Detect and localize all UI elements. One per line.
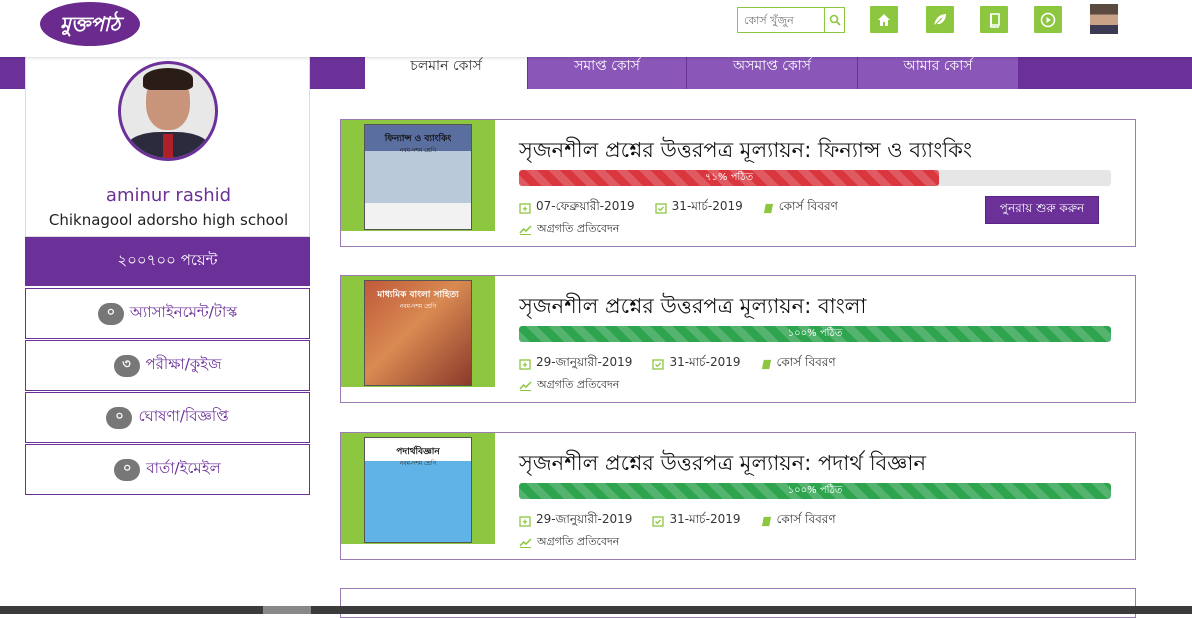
user-avatar[interactable] xyxy=(1090,4,1118,34)
calendar-plus-icon xyxy=(519,359,531,370)
end-date: 31-মার্চ-2019 xyxy=(671,199,743,213)
course-details-link[interactable]: কোর্স বিবরণ xyxy=(777,511,836,531)
play-button[interactable] xyxy=(1034,6,1062,33)
progress-report-link[interactable]: অগ্রগতি প্রতিবেদন xyxy=(519,533,619,552)
sidebar-item-label: ঘোষণা/বিজ্ঞপ্তি xyxy=(138,407,229,425)
count-badge: ০ xyxy=(114,458,141,481)
trend-chart-icon xyxy=(519,538,532,548)
start-date: 07-ফেব্রুয়ারী-2019 xyxy=(536,199,635,213)
search-input[interactable] xyxy=(738,8,824,32)
course-thumbnail[interactable]: পদার্থবিজ্ঞান নবম-দশম শ্রেণি xyxy=(341,433,495,544)
calendar-check-icon xyxy=(652,516,665,527)
book-icon xyxy=(761,516,771,526)
profile-card: aminur rashid Chiknagool adorsho high sc… xyxy=(25,57,310,237)
sidebar-item-label: অ্যাসাইনমেন্ট/টাস্ক xyxy=(129,303,238,321)
course-details-link[interactable]: কোর্স বিবরণ xyxy=(777,354,836,374)
start-date: 29-জানুয়ারী-2019 xyxy=(536,355,633,369)
points-badge: ২০০৭০০ পয়েন্ট xyxy=(25,237,310,286)
count-badge: ০ xyxy=(97,302,124,325)
progress-bar: ১০০% পঠিত xyxy=(519,326,1111,342)
course-meta: 29-জানুয়ারী-2019 31-মার্চ-2019 কোর্স বি… xyxy=(519,354,836,374)
end-date: 31-মার্চ-2019 xyxy=(669,355,741,369)
leaf-button[interactable] xyxy=(926,6,954,33)
book-icon xyxy=(989,12,1000,28)
sidebar-item-label: বার্তা/ইমেইল xyxy=(146,459,221,477)
book-icon xyxy=(763,203,773,213)
trend-chart-icon xyxy=(519,381,532,391)
search-icon xyxy=(829,14,841,26)
sidebar-item-assignments[interactable]: ০ অ্যাসাইনমেন্ট/টাস্ক xyxy=(25,288,310,339)
count-badge: ০ xyxy=(106,406,133,429)
book-cover: পদার্থবিজ্ঞান নবম-দশম শ্রেণি xyxy=(364,437,472,543)
count-badge: ৩ xyxy=(113,354,140,377)
progress-label: ১০০% পঠিত xyxy=(787,485,843,496)
home-button[interactable] xyxy=(870,6,898,33)
search-button[interactable] xyxy=(824,8,844,32)
book-icon xyxy=(761,359,771,369)
sidebar-item-label: পরীক্ষা/কুইজ xyxy=(145,355,222,373)
book-button[interactable] xyxy=(980,6,1008,33)
end-date: 31-মার্চ-2019 xyxy=(669,512,741,526)
top-navbar: মুক্তপাঠ xyxy=(0,0,1192,57)
book-cover: মাধ্যমিক বাংলা সাহিত্য নবম-দশম শ্রেণি xyxy=(364,280,472,386)
play-icon xyxy=(1040,12,1056,27)
sidebar-item-exams[interactable]: ৩ পরীক্ষা/কুইজ xyxy=(25,340,310,391)
progress-label: ১০০% পঠিত xyxy=(787,328,843,339)
calendar-check-icon xyxy=(652,359,665,370)
calendar-plus-icon xyxy=(519,516,531,527)
course-title[interactable]: সৃজনশীল প্রশ্নের উত্তরপত্র মূল্যায়ন: বা… xyxy=(519,290,867,325)
course-thumbnail[interactable]: মাধ্যমিক বাংলা সাহিত্য নবম-দশম শ্রেণি xyxy=(341,276,495,387)
course-card: পদার্থবিজ্ঞান নবম-দশম শ্রেণি সৃজনশীল প্র… xyxy=(340,432,1136,560)
home-icon xyxy=(878,13,890,26)
progress-bar: ১০০% পঠিত xyxy=(519,483,1111,499)
progress-report-link[interactable]: অগ্রগতি প্রতিবেদন xyxy=(519,376,619,395)
course-thumbnail[interactable]: ফিন্যান্স ও ব্যাংকিং নবম-দশম শ্রেণি xyxy=(341,120,495,231)
restart-course-button[interactable]: পুনরায় শুরু করুন xyxy=(985,196,1099,224)
site-logo[interactable]: মুক্তপাঠ xyxy=(40,2,140,46)
profile-name: aminur rashid xyxy=(105,185,232,206)
progress-report-link[interactable]: অগ্রগতি প্রতিবেদন xyxy=(519,220,619,239)
course-card: ফিন্যান্স ও ব্যাংকিং নবম-দশম শ্রেণি সৃজন… xyxy=(340,119,1136,247)
sidebar-item-messages[interactable]: ০ বার্তা/ইমেইল xyxy=(25,444,310,495)
progress-bar: ৭১% পঠিত xyxy=(519,170,1111,186)
course-search xyxy=(737,7,845,33)
calendar-check-icon xyxy=(655,203,667,214)
book-cover: ফিন্যান্স ও ব্যাংকিং নবম-দশম শ্রেণি xyxy=(364,124,472,230)
profile-school: Chiknagool adorsho high school xyxy=(48,211,289,229)
sidebar-item-announcements[interactable]: ০ ঘোষণা/বিজ্ঞপ্তি xyxy=(25,392,310,443)
calendar-plus-icon xyxy=(519,203,531,214)
course-details-link[interactable]: কোর্স বিবরণ xyxy=(779,198,838,218)
course-meta: 29-জানুয়ারী-2019 31-মার্চ-2019 কোর্স বি… xyxy=(519,511,836,531)
start-date: 29-জানুয়ারী-2019 xyxy=(536,512,633,526)
scrollbar-strip xyxy=(0,606,1192,614)
course-card: মাধ্যমিক বাংলা সাহিত্য নবম-দশম শ্রেণি সৃ… xyxy=(340,275,1136,403)
progress-label: ৭১% পঠিত xyxy=(704,172,754,183)
course-title[interactable]: সৃজনশীল প্রশ্নের উত্তরপত্র মূল্যায়ন: ফি… xyxy=(519,134,972,169)
trend-chart-icon xyxy=(519,225,532,235)
course-meta: 07-ফেব্রুয়ারী-2019 31-মার্চ-2019 কোর্স … xyxy=(519,198,838,218)
profile-photo xyxy=(118,61,218,161)
leaf-icon xyxy=(933,13,946,26)
course-title[interactable]: সৃজনশীল প্রশ্নের উত্তরপত্র মূল্যায়ন: পদ… xyxy=(519,447,926,482)
